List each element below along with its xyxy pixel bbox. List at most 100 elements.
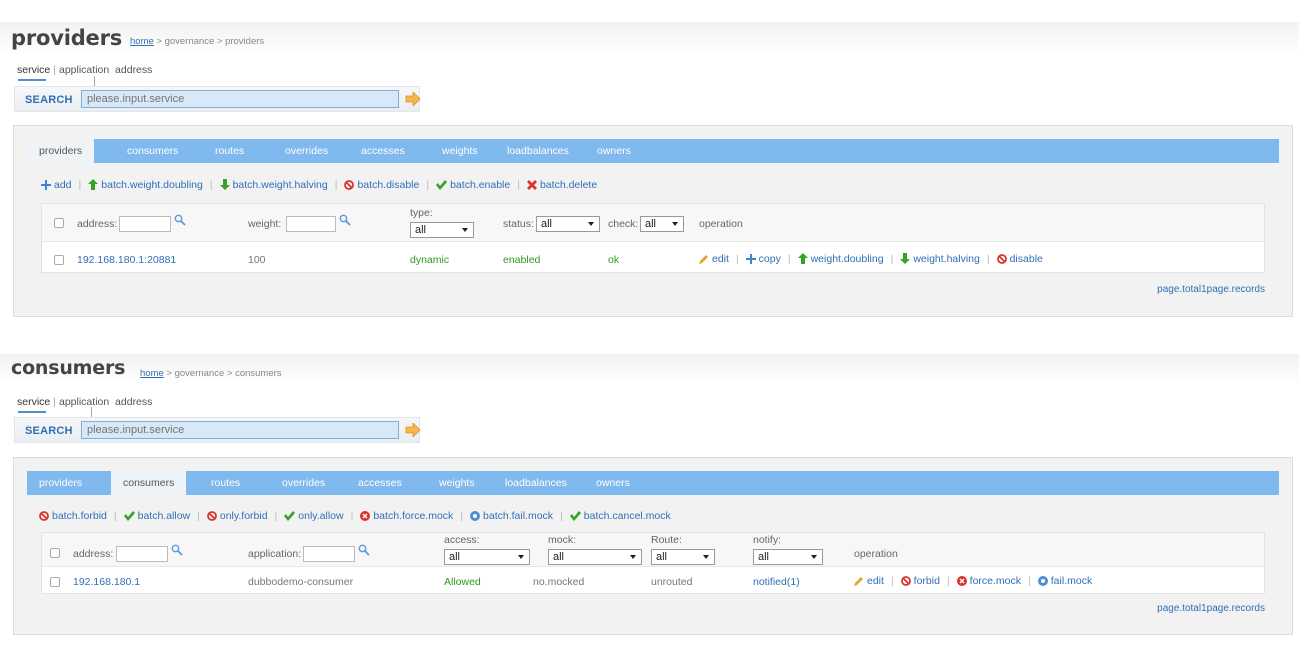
column-operation: operation [699,218,743,230]
batch-forbid-button[interactable]: batch.forbid [39,510,107,522]
scope-tab-application[interactable]: application [59,64,109,76]
consumer-access: Allowed [444,576,481,588]
tab-weights[interactable]: weights [427,471,487,495]
batch-allow-button[interactable]: batch.allow [123,510,190,522]
tab-providers[interactable]: providers [27,471,94,495]
tab-accesses[interactable]: accesses [349,139,417,163]
address-filter-input[interactable] [119,216,171,232]
disable-button[interactable]: disable [996,253,1043,265]
consumers-panel: providers consumers routes overrides acc… [13,457,1293,635]
weight-doubling-button[interactable]: weight.doubling [797,253,884,265]
scope-tab-application[interactable]: application [59,396,109,408]
mock-select[interactable]: all [548,549,642,565]
select-all-checkbox[interactable] [50,548,60,558]
chevron-down-icon [630,555,636,559]
batch-weight-halving-button[interactable]: batch.weight.halving [219,179,328,191]
only-forbid-button[interactable]: only.forbid [206,510,268,522]
tab-overrides[interactable]: overrides [270,471,337,495]
status-select[interactable]: all [536,216,600,232]
row-checkbox[interactable] [50,577,60,587]
tab-loadbalances[interactable]: loadbalances [495,139,581,163]
forbid-icon [206,511,217,521]
column-access: access: [444,534,480,546]
scope-tab-service[interactable]: service [17,64,50,76]
tab-owners[interactable]: owners [585,139,643,163]
edit-button[interactable]: edit [699,253,729,265]
scope-marker [94,76,95,86]
batch-cancel-mock-button[interactable]: batch.cancel.mock [569,510,671,522]
tab-routes[interactable]: routes [199,471,252,495]
search-icon[interactable] [339,214,351,226]
copy-button[interactable]: copy [745,253,781,265]
edit-button[interactable]: edit [854,575,884,587]
tab-consumers[interactable]: consumers [115,139,190,163]
action-separator: | [426,179,430,191]
search-go-arrow-icon[interactable] [405,92,421,106]
consumer-address-link[interactable]: 192.168.180.1 [73,576,140,588]
tab-weights[interactable]: weights [430,139,490,163]
address-filter-input[interactable] [116,546,168,562]
check-icon [284,511,296,521]
notify-select[interactable]: all [753,549,823,565]
consumer-notify-link[interactable]: notified(1) [753,576,800,588]
scope-tab-address[interactable]: address [115,396,152,408]
only-allow-button[interactable]: only.allow [284,510,344,522]
check-select[interactable]: all [640,216,684,232]
search-input[interactable] [81,90,399,108]
batch-cancel-mock-label: batch.cancel.mock [583,510,671,522]
add-button[interactable]: add [41,179,72,191]
chevron-down-icon [518,555,524,559]
op-separator: | [1028,575,1031,587]
tab-routes[interactable]: routes [203,139,256,163]
tab-owners[interactable]: owners [584,471,642,495]
row-operations: edit | forbid | force.mock | fail.mock [854,575,1092,587]
provider-address-link[interactable]: 192.168.180.1:20881 [77,254,176,266]
weight-filter-input[interactable] [286,216,336,232]
disable-label: disable [1009,253,1043,265]
tab-loadbalances[interactable]: loadbalances [493,471,579,495]
scope-tab-service[interactable]: service [17,396,50,408]
search-bar: SEARCH [14,417,421,443]
tab-providers[interactable]: providers [27,139,95,163]
op-separator: | [986,253,990,265]
breadcrumb-home-link[interactable]: home [140,368,164,379]
forbid-button[interactable]: forbid [900,575,940,587]
batch-disable-button[interactable]: batch.disable [344,179,419,191]
batch-delete-button[interactable]: batch.delete [526,179,597,191]
batch-weight-halving-label: batch.weight.halving [232,179,328,191]
op-separator: | [735,253,739,265]
search-go-arrow-icon[interactable] [405,423,421,437]
force-mock-button[interactable]: force.mock [956,575,1021,587]
search-input[interactable] [81,421,399,439]
route-select[interactable]: all [651,549,715,565]
consumer-mock: no.mocked [533,576,585,588]
only-allow-label: only.allow [298,510,344,522]
type-select[interactable]: all [410,222,474,238]
row-checkbox[interactable] [54,255,64,265]
tab-consumers[interactable]: consumers [111,471,187,495]
search-icon[interactable] [358,544,370,556]
select-all-checkbox[interactable] [54,218,64,228]
error-circle-icon [956,576,967,586]
action-separator: | [517,179,520,191]
action-separator: | [350,510,354,522]
breadcrumb: home > governance > providers [130,36,264,47]
batch-force-mock-button[interactable]: batch.force.mock [360,510,453,522]
search-icon[interactable] [171,544,183,556]
column-notify: notify: [753,534,782,546]
batch-weight-doubling-button[interactable]: batch.weight.doubling [88,179,203,191]
application-filter-input[interactable] [303,546,355,562]
scope-tab-address[interactable]: address [115,64,152,76]
fail-mock-button[interactable]: fail.mock [1037,575,1092,587]
tab-accesses[interactable]: accesses [346,471,414,495]
provider-type: dynamic [410,254,450,266]
access-select[interactable]: all [444,549,530,565]
breadcrumb-home-link[interactable]: home [130,36,154,47]
batch-enable-button[interactable]: batch.enable [436,179,510,191]
batch-fail-mock-button[interactable]: batch.fail.mock [470,510,553,522]
op-separator: | [890,575,894,587]
tab-overrides[interactable]: overrides [273,139,340,163]
search-icon[interactable] [174,214,186,226]
search-label: SEARCH [25,94,73,106]
weight-halving-button[interactable]: weight.halving [900,253,980,265]
